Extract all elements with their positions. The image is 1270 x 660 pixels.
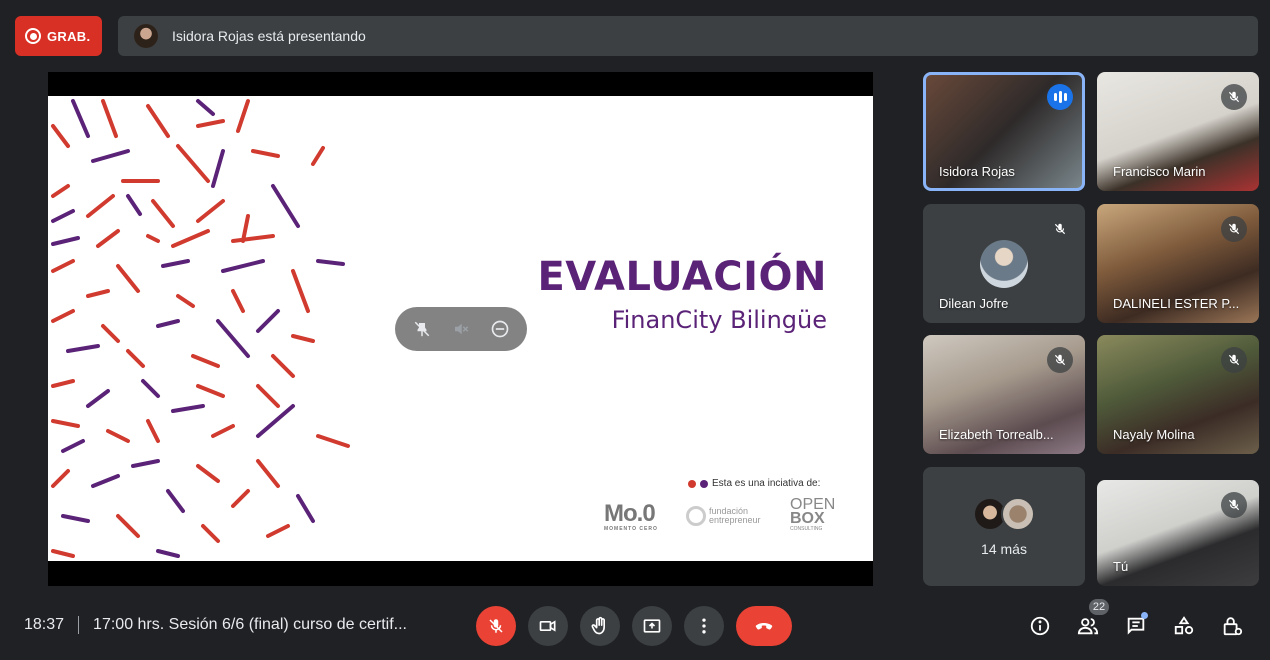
meeting-info-button[interactable] [1026,612,1054,640]
host-controls-button[interactable] [1218,612,1246,640]
hand-icon [591,616,605,635]
chat-button[interactable] [1122,612,1150,640]
red-dot [688,479,696,488]
participant-tile-dilean[interactable]: Dilean Jofre [923,204,1085,323]
meeting-details: 18:37 17:00 hrs. Sesión 6/6 (final) curs… [24,616,407,634]
mic-off-icon [1221,84,1247,110]
participant-tile-isidora[interactable]: Isidora Rojas [923,72,1085,191]
participant-name: DALINELI ESTER P... [1113,296,1240,311]
mic-off-icon [489,619,503,633]
mute-audio-icon[interactable] [449,317,473,341]
people-count-badge: 22 [1089,599,1109,615]
participant-tile-self[interactable]: Tú [1097,480,1259,586]
camera-icon [539,620,556,632]
clock-time: 18:37 [24,616,65,633]
participant-tile-elizabeth[interactable]: Elizabeth Torrealb... [923,335,1085,454]
minimize-icon[interactable] [488,317,512,341]
mic-off-icon [1221,492,1247,518]
participant-tile-more[interactable]: 14 más [923,467,1085,586]
initiative-note: Esta es una inciativa de: [688,478,820,489]
fundacion-text-2: entrepreneur [709,515,761,525]
moo-logo-text: Mo.0 [604,500,656,527]
participant-tile-francisco[interactable]: Francisco Marin [1097,72,1259,191]
unpin-icon[interactable] [410,317,434,341]
chat-notification-dot [1141,612,1148,619]
activities-icon [1174,616,1194,635]
moo-logo-tag: MOMENTO CERO [604,526,658,532]
more-participants-avatars [973,497,1035,531]
mic-off-icon [1221,216,1247,242]
openbox-text-2: BOX [790,510,825,527]
participant-name: Francisco Marin [1113,164,1206,179]
raise-hand-button[interactable] [580,606,620,646]
more-participants-label: 14 más [981,541,1027,557]
mic-off-icon [1047,347,1073,373]
presenting-banner: Isidora Rojas está presentando [118,16,1258,56]
hang-up-icon [755,623,773,630]
info-icon [1030,616,1050,636]
openbox-logo: OPEN BOX CONSULTING [790,497,835,533]
participant-tile-dalineli[interactable]: DALINELI ESTER P... [1097,204,1259,323]
fundacion-ring-icon [686,506,706,526]
people-icon [1077,618,1099,635]
avatar [1001,497,1035,531]
leave-call-button[interactable] [736,606,792,646]
record-icon [25,28,41,44]
initiative-text: Esta es una inciativa de: [712,478,821,489]
more-options-button[interactable] [684,606,724,646]
microphone-button[interactable] [476,606,516,646]
camera-button[interactable] [528,606,568,646]
openbox-tag: CONSULTING [790,526,823,532]
activities-button[interactable] [1170,612,1198,640]
momento-cero-logo: Mo.0 MOMENTO CERO [604,500,658,532]
participant-name: Elizabeth Torrealb... [939,427,1054,442]
confetti-decoration [51,99,350,558]
presenting-text: Isidora Rojas está presentando [172,28,366,44]
more-vert-icon [702,618,706,634]
participant-name: Dilean Jofre [939,296,1009,311]
divider [78,616,80,634]
purple-dot [700,479,708,488]
mic-off-icon [1221,347,1247,373]
presentation-controls [395,307,527,351]
slide-title: EVALUACIÓN [537,254,827,300]
participant-name: Nayaly Molina [1113,427,1195,442]
slide-subtitle: FinanCity Bilingüe [611,306,827,334]
fundacion-entrepreneur-logo: fundación entrepreneur [686,506,761,526]
presenter-avatar [134,24,158,48]
recording-button[interactable]: GRAB. [15,16,102,56]
speaking-indicator-icon [1047,84,1073,110]
participant-name: Tú [1113,559,1129,574]
present-screen-button[interactable] [632,606,672,646]
participant-tile-nayaly[interactable]: Nayaly Molina [1097,335,1259,454]
participant-name: Isidora Rojas [939,164,1015,179]
mic-off-icon [1047,216,1073,242]
present-icon [643,619,661,633]
people-button[interactable] [1074,612,1102,640]
avatar [980,240,1028,288]
recording-label: GRAB. [47,28,91,44]
lock-person-icon [1223,617,1243,636]
meeting-title[interactable]: 17:00 hrs. Sesión 6/6 (final) curso de c… [93,616,407,634]
